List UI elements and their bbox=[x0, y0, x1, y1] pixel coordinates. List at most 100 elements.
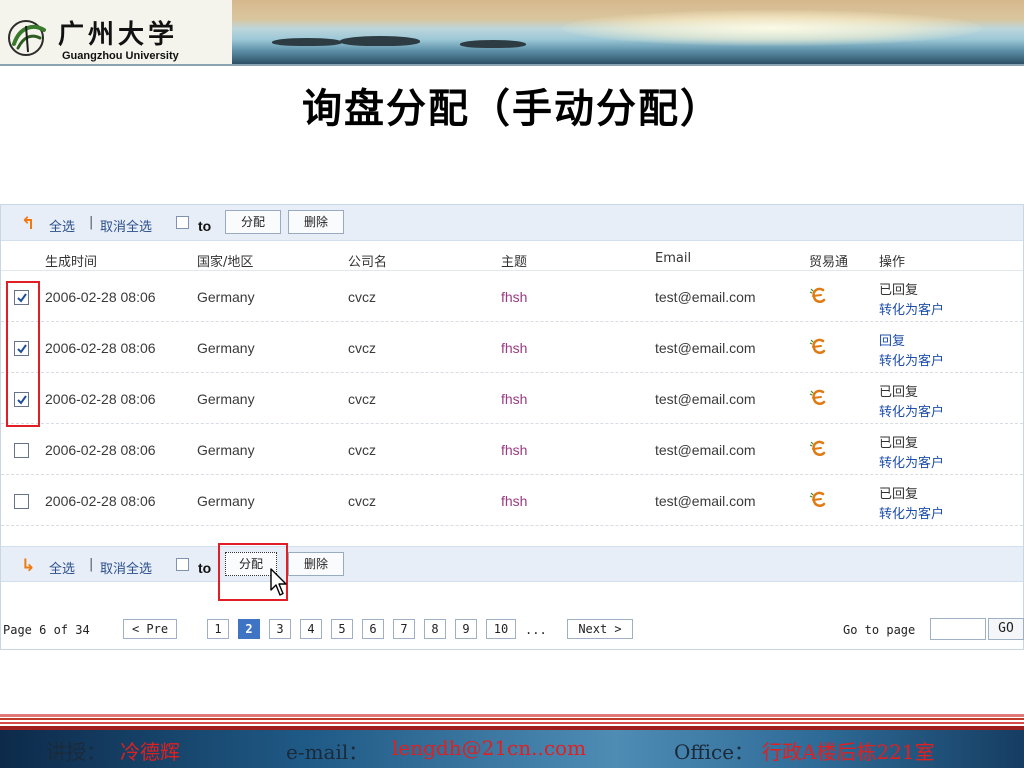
inquiry-list-panel: ↰ 全选 | 取消全选 to 分配 删除 生成时间 国家/地区 公司名 主题 E… bbox=[0, 204, 1024, 650]
row-checkbox[interactable] bbox=[14, 443, 29, 458]
cell-subject[interactable]: fhsh bbox=[501, 289, 527, 305]
cell-created-time: 2006-02-28 08:06 bbox=[45, 442, 156, 458]
deselect-all-link[interactable]: 取消全选 bbox=[100, 216, 152, 235]
next-page-button[interactable]: Next > bbox=[567, 619, 633, 639]
pagination: Page 6 of 34 < Pre 1 2 3 4 5 6 7 8 9 10 ... Next … bbox=[1, 613, 1024, 643]
page-5-button[interactable]: 5 bbox=[331, 619, 353, 639]
convert-to-customer-link[interactable]: 转化为客户 bbox=[879, 452, 944, 471]
assign-target-checkbox[interactable] bbox=[176, 216, 189, 229]
toolbar-separator: | bbox=[89, 557, 94, 572]
lecturer-name: 冷德辉 bbox=[120, 740, 180, 764]
column-email: Email bbox=[655, 251, 692, 266]
bottom-toolbar: ↳ 全选 | 取消全选 to 分配 删除 bbox=[1, 543, 1023, 601]
tradeit-chat-icon[interactable] bbox=[809, 337, 829, 357]
cell-subject[interactable]: fhsh bbox=[501, 493, 527, 509]
column-created-time: 生成时间 bbox=[45, 255, 98, 270]
row-checkbox[interactable] bbox=[14, 494, 29, 509]
cell-company: cvcz bbox=[348, 340, 376, 356]
table-row: 2006-02-28 08:06 Germany cvcz fhsh test@emai… bbox=[1, 322, 1023, 373]
tradeit-chat-icon[interactable] bbox=[809, 490, 829, 510]
table-row: 2006-02-28 08:06 Germany cvcz fhsh test@emai… bbox=[1, 475, 1023, 526]
delete-button[interactable]: 删除 bbox=[288, 552, 344, 576]
replied-status: 已回复 bbox=[879, 283, 919, 298]
assign-target-checkbox[interactable] bbox=[176, 558, 189, 571]
tradeit-chat-icon[interactable] bbox=[809, 388, 829, 408]
column-action: 操作 bbox=[879, 255, 906, 270]
cell-created-time: 2006-02-28 08:06 bbox=[45, 289, 156, 305]
university-emblem-icon bbox=[8, 20, 46, 56]
page-4-button[interactable]: 4 bbox=[300, 619, 322, 639]
cell-email: test@email.com bbox=[655, 391, 756, 407]
goto-page-label: Go to page bbox=[843, 623, 916, 637]
replied-status: 已回复 bbox=[879, 487, 919, 502]
page-8-button[interactable]: 8 bbox=[424, 619, 446, 639]
page-1-button[interactable]: 1 bbox=[207, 619, 229, 639]
page-10-button[interactable]: 10 bbox=[486, 619, 516, 639]
page-6-button[interactable]: 6 bbox=[362, 619, 384, 639]
checked-rows-highlight bbox=[6, 281, 40, 427]
cell-email: test@email.com bbox=[655, 493, 756, 509]
column-company: 公司名 bbox=[348, 255, 388, 270]
cell-email: test@email.com bbox=[655, 442, 756, 458]
table-row: 2006-02-28 08:06 Germany cvcz fhsh test@emai… bbox=[1, 373, 1023, 424]
university-logo: 广州大学 Guangzhou University bbox=[0, 0, 232, 64]
university-name-cn: 广州大学 bbox=[58, 20, 179, 50]
tradeit-chat-icon[interactable] bbox=[809, 439, 829, 459]
cell-created-time: 2006-02-28 08:06 bbox=[45, 340, 156, 356]
slide-header: 广州大学 Guangzhou University bbox=[0, 0, 1024, 64]
cell-subject[interactable]: fhsh bbox=[501, 340, 527, 356]
select-all-link[interactable]: 全选 bbox=[49, 216, 75, 235]
cell-company: cvcz bbox=[348, 493, 376, 509]
table-header: 生成时间 国家/地区 公司名 主题 Email 贸易通 操作 bbox=[1, 241, 1023, 271]
top-toolbar: ↰ 全选 | 取消全选 to 分配 删除 bbox=[1, 205, 1023, 241]
pagination-ellipsis: ... bbox=[525, 623, 547, 637]
column-region: 国家/地区 bbox=[197, 255, 254, 270]
deselect-all-link[interactable]: 取消全选 bbox=[100, 558, 152, 577]
cell-region: Germany bbox=[197, 493, 255, 509]
convert-to-customer-link[interactable]: 转化为客户 bbox=[879, 299, 944, 318]
table-row: 2006-02-28 08:06 Germany cvcz fhsh test@emai… bbox=[1, 271, 1023, 322]
banner-island bbox=[460, 40, 526, 48]
arrow-down-icon: ↳ bbox=[21, 556, 36, 576]
cell-email: test@email.com bbox=[655, 340, 756, 356]
reply-link[interactable]: 回复 bbox=[879, 330, 905, 349]
header-banner-image bbox=[232, 0, 1024, 64]
page-9-button[interactable]: 9 bbox=[455, 619, 477, 639]
page-2-button[interactable]: 2 bbox=[238, 619, 260, 639]
university-name-en: Guangzhou University bbox=[62, 50, 179, 62]
convert-to-customer-link[interactable]: 转化为客户 bbox=[879, 503, 944, 522]
cell-subject[interactable]: fhsh bbox=[501, 391, 527, 407]
cell-company: cvcz bbox=[348, 289, 376, 305]
convert-to-customer-link[interactable]: 转化为客户 bbox=[879, 401, 944, 420]
select-all-link[interactable]: 全选 bbox=[49, 558, 75, 577]
delete-button[interactable]: 删除 bbox=[288, 210, 344, 234]
assign-button[interactable]: 分配 bbox=[225, 210, 281, 234]
banner-island bbox=[272, 38, 342, 46]
cell-subject[interactable]: fhsh bbox=[501, 442, 527, 458]
table-row: 2006-02-28 08:06 Germany cvcz fhsh test@emai… bbox=[1, 424, 1023, 475]
tradeit-chat-icon[interactable] bbox=[809, 286, 829, 306]
cell-region: Germany bbox=[197, 391, 255, 407]
page-7-button[interactable]: 7 bbox=[393, 619, 415, 639]
convert-to-customer-link[interactable]: 转化为客户 bbox=[879, 350, 944, 369]
slide-title: 询盘分配（手动分配） bbox=[302, 85, 722, 132]
cell-region: Germany bbox=[197, 442, 255, 458]
email-label: e-mail： bbox=[286, 740, 369, 764]
page-3-button[interactable]: 3 bbox=[269, 619, 291, 639]
go-button[interactable]: GO bbox=[988, 618, 1024, 640]
page-info: Page 6 of 34 bbox=[3, 623, 90, 637]
cell-company: cvcz bbox=[348, 391, 376, 407]
column-subject: 主题 bbox=[501, 255, 528, 270]
cell-created-time: 2006-02-28 08:06 bbox=[45, 391, 156, 407]
column-tradeit: 贸易通 bbox=[809, 255, 849, 270]
assign-to-label: to bbox=[198, 218, 212, 234]
mouse-pointer-icon bbox=[270, 568, 287, 596]
email-value: lengdh@21cn..com bbox=[392, 736, 587, 760]
prev-page-button[interactable]: < Pre bbox=[123, 619, 177, 639]
cell-region: Germany bbox=[197, 289, 255, 305]
banner-sun-glow bbox=[562, 10, 982, 46]
assign-to-label: to bbox=[198, 560, 212, 576]
goto-page-input[interactable] bbox=[930, 618, 986, 640]
cell-company: cvcz bbox=[348, 442, 376, 458]
banner-island bbox=[340, 36, 420, 46]
